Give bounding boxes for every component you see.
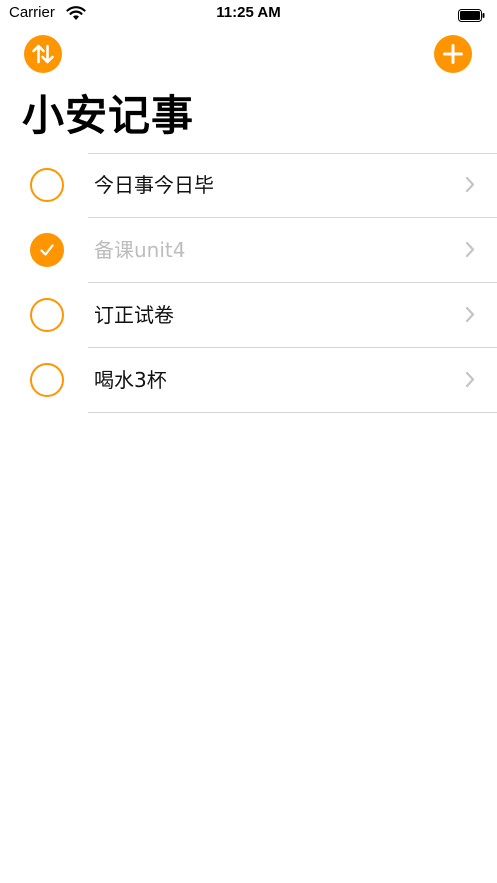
status-time: 11:25 AM [216, 4, 281, 21]
todo-checkbox[interactable] [30, 298, 64, 332]
todo-checkbox-checked[interactable] [30, 233, 64, 267]
todo-title: 今日事今日毕 [94, 173, 214, 197]
sort-arrows-icon [24, 35, 62, 73]
todo-checkbox[interactable] [30, 363, 64, 397]
list-item: 备课unit4 [0, 218, 497, 283]
plus-icon [434, 35, 472, 73]
page-title: 小安记事 [22, 91, 195, 140]
todo-checkbox[interactable] [30, 168, 64, 202]
todo-row[interactable]: 今日事今日毕 [88, 153, 497, 218]
chevron-right-icon [465, 176, 475, 193]
todo-title: 备课unit4 [94, 238, 186, 262]
todo-row[interactable]: 备课unit4 [88, 218, 497, 283]
battery-icon [458, 7, 485, 22]
todo-title: 喝水3杯 [94, 368, 167, 392]
chevron-right-icon [465, 241, 475, 258]
list-item: 今日事今日毕 [0, 153, 497, 218]
list-item: 订正试卷 [0, 283, 497, 348]
chevron-right-icon [465, 306, 475, 323]
todo-row[interactable]: 喝水3杯 [88, 348, 497, 413]
todo-list: 今日事今日毕 备课unit4 订正试卷 喝水3杯 [0, 153, 497, 413]
chevron-right-icon [465, 371, 475, 388]
list-item: 喝水3杯 [0, 348, 497, 413]
status-bar: Carrier 11:25 AM [0, 0, 497, 30]
todo-title: 订正试卷 [94, 303, 174, 327]
add-todo-button[interactable] [434, 35, 472, 73]
sort-button[interactable] [24, 35, 62, 73]
todo-row[interactable]: 订正试卷 [88, 283, 497, 348]
